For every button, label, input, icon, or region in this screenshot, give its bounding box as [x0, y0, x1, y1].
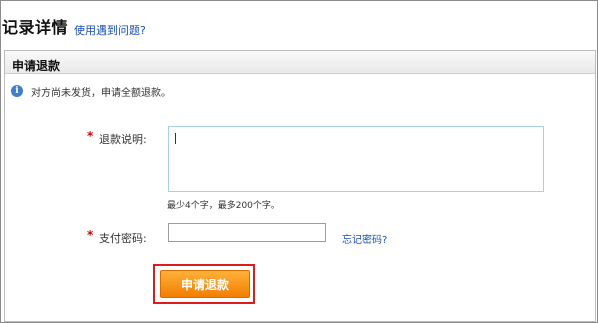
panel-title: 申请退款	[12, 59, 61, 73]
info-text: 对方尚未发货，申请全额退款。	[31, 87, 171, 99]
info-row: i 对方尚未发货，申请全额退款。	[11, 84, 171, 99]
refund-panel: 申请退款 i 对方尚未发货，申请全额退款。 * 退款说明: 最少4个字，最多20…	[4, 50, 596, 322]
refund-reason-textarea[interactable]	[168, 126, 544, 192]
help-link[interactable]: 使用遇到问题?	[74, 22, 146, 38]
info-icon: i	[11, 85, 23, 97]
payment-password-input[interactable]	[168, 223, 326, 242]
required-marker: *	[87, 129, 94, 143]
forgot-password-link[interactable]: 忘记密码?	[342, 231, 387, 246]
page-title: 记录详情	[2, 18, 69, 37]
refund-reason-hint: 最少4个字，最多200个字。	[167, 201, 280, 211]
panel-header	[5, 51, 595, 74]
text-caret	[175, 133, 176, 144]
password-label: 支付密码:	[99, 232, 147, 245]
refund-reason-label: 退款说明:	[99, 133, 147, 146]
apply-refund-button[interactable]: 申请退款	[160, 270, 250, 298]
required-marker: *	[87, 228, 94, 242]
